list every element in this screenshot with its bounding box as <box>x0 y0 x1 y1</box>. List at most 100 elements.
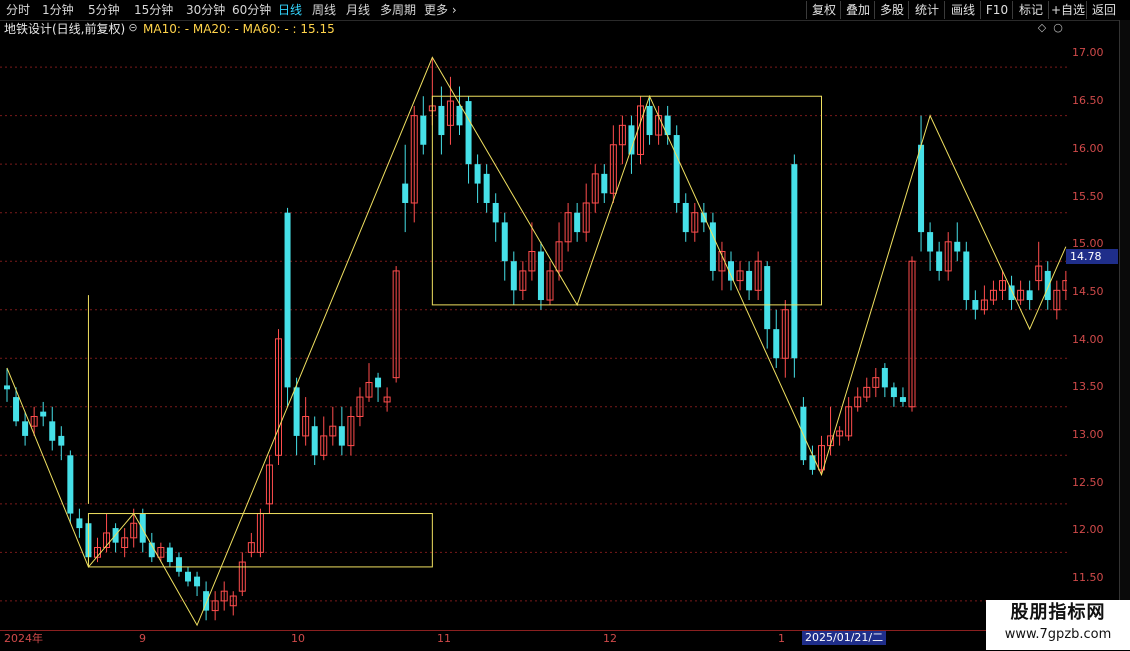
candle-body <box>954 241 961 252</box>
candle-body <box>13 397 20 422</box>
overlay-button[interactable]: 叠加 <box>840 1 875 19</box>
candle-body <box>673 135 680 203</box>
candle-body <box>927 232 934 252</box>
price-tick: 15.50 <box>1072 190 1104 203</box>
date-tick: 12 <box>603 632 617 645</box>
candle-body <box>501 222 508 262</box>
candle-body <box>338 426 345 446</box>
period-1min[interactable]: 1分钟 <box>42 1 74 19</box>
zigzag-line <box>6 56 1067 627</box>
candle-body <box>800 406 807 461</box>
watermark-url: www.7gpzb.com <box>1004 627 1112 642</box>
side-panel-strip[interactable] <box>1119 20 1130 630</box>
price-tick: 11.50 <box>1072 571 1104 584</box>
candle-body <box>773 329 780 359</box>
date-tick: 2024年 <box>4 632 43 645</box>
candle-body <box>881 367 888 388</box>
candle-body <box>899 397 906 402</box>
kline-chart[interactable] <box>0 38 1067 630</box>
candle-body <box>963 251 970 301</box>
candle-body <box>492 202 499 223</box>
mark-button[interactable]: 标记 <box>1012 1 1049 19</box>
period-multi[interactable]: 多周期 <box>380 1 416 19</box>
back-button[interactable]: 返回 <box>1086 1 1121 19</box>
fuquan-button[interactable]: 复权 <box>806 1 841 19</box>
period-15min[interactable]: 15分钟 <box>134 1 173 19</box>
candle-body <box>4 385 10 390</box>
candle-body <box>510 261 517 291</box>
date-tick: 11 <box>437 632 451 645</box>
candle-body <box>1026 290 1033 301</box>
candle-body <box>746 270 753 291</box>
watermark-logo: 股朋指标网 www.7gpzb.com <box>986 600 1130 650</box>
candle-body <box>185 571 191 582</box>
candle-body <box>918 144 925 233</box>
price-tick: 16.50 <box>1072 94 1104 107</box>
settings-icon[interactable]: ⊝ <box>127 22 139 34</box>
cursor-date-label: 2025/01/21/二 <box>802 631 887 645</box>
candle-body <box>293 387 300 436</box>
circle-icon[interactable]: ○ <box>1052 22 1064 34</box>
period-monthly[interactable]: 月线 <box>346 1 370 19</box>
period-60min[interactable]: 60分钟 <box>232 1 271 19</box>
candle-body <box>972 300 979 310</box>
period-30min[interactable]: 30分钟 <box>186 1 225 19</box>
price-tick: 13.00 <box>1072 428 1104 441</box>
candle-body <box>58 435 65 446</box>
candle-body <box>438 105 445 136</box>
candle-body <box>537 251 544 301</box>
candle-body <box>764 266 771 330</box>
period-more[interactable]: 更多 › <box>424 1 457 19</box>
candle-body <box>49 421 56 441</box>
candle-body <box>166 547 173 563</box>
candle-body <box>284 212 291 388</box>
watermark-title: 股朋指标网 <box>1010 602 1106 623</box>
date-axis <box>0 630 1067 651</box>
candle-body <box>194 576 201 587</box>
price-tick: 14.00 <box>1072 333 1104 346</box>
draw-line-button[interactable]: 画线 <box>944 1 981 19</box>
candle-body <box>936 251 943 271</box>
date-tick: 9 <box>139 632 146 645</box>
f10-button[interactable]: F10 <box>980 1 1013 19</box>
candle-body <box>709 222 716 271</box>
period-5min[interactable]: 5分钟 <box>88 1 120 19</box>
candle-body <box>601 173 608 194</box>
price-tick: 12.00 <box>1072 523 1104 536</box>
candle-body <box>1044 270 1051 301</box>
candle-body <box>175 557 182 572</box>
ma-indicator-text: MA10: - MA20: - MA60: - : 15.15 <box>143 22 335 36</box>
statistics-button[interactable]: 统计 <box>908 1 945 19</box>
candle-body <box>465 101 472 165</box>
candle-body <box>76 518 83 529</box>
candle-body <box>375 377 382 388</box>
candle-body <box>682 202 689 233</box>
period-fenshi[interactable]: 分时 <box>6 1 30 19</box>
last-price-badge: 14.78 <box>1066 249 1118 264</box>
candle-body <box>628 125 635 155</box>
price-tick: 13.50 <box>1072 380 1104 393</box>
range-box <box>431 95 822 306</box>
candle-body <box>456 105 463 126</box>
diamond-icon[interactable]: ◇ <box>1036 22 1048 34</box>
candle-body <box>809 455 816 470</box>
period-daily[interactable]: 日线 <box>278 1 302 19</box>
candle-body <box>1008 285 1015 301</box>
candle-body <box>311 426 318 456</box>
candle-body <box>402 183 409 203</box>
candle-body <box>40 411 47 417</box>
multi-stock-button[interactable]: 多股 <box>874 1 909 19</box>
candle-body <box>420 115 427 145</box>
price-tick: 12.50 <box>1072 476 1104 489</box>
price-tick: 14.50 <box>1072 285 1104 298</box>
candle-body <box>890 387 897 398</box>
candle-body <box>67 455 74 514</box>
candle-body <box>646 105 653 136</box>
stock-title: 地铁设计(日线,前复权) <box>4 22 126 36</box>
add-favorite-button[interactable]: +自选 <box>1048 1 1087 19</box>
candle-body <box>574 212 581 233</box>
date-tick: 1 <box>778 632 785 645</box>
more-label: 更多 <box>424 3 449 17</box>
period-weekly[interactable]: 周线 <box>312 1 336 19</box>
date-tick: 10 <box>291 632 305 645</box>
